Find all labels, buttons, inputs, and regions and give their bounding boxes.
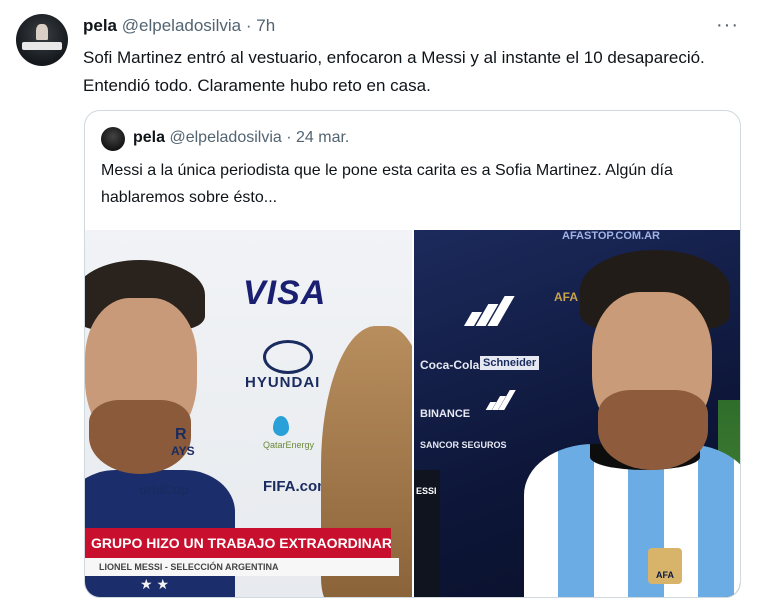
qatar-energy-text: QatarEnergy <box>263 440 315 450</box>
schneider-text: Schneider <box>480 356 540 370</box>
cocacola-text: Coca-Cola <box>420 358 480 372</box>
separator-dot: · <box>245 16 252 35</box>
backdrop-partial-r: R <box>175 426 187 443</box>
quoted-author-avatar <box>101 127 125 151</box>
media-image-right[interactable]: AFASTOP.COM.AR AFA Coca-Cola Schneider B… <box>414 230 740 597</box>
quoted-media: VISA HYUNDAI QatarEnergy FIFA.com R AYS … <box>85 230 740 597</box>
qatar-energy-icon <box>273 416 289 436</box>
author-name[interactable]: pela <box>83 16 117 35</box>
media-image-left[interactable]: VISA HYUNDAI QatarEnergy FIFA.com R AYS … <box>85 230 412 597</box>
sancor-text: SANCOR SEGUROS <box>420 440 507 450</box>
quoted-tweet-header: pela @elpeladosilvia · 24 mar. <box>133 129 349 147</box>
quoted-separator-dot: · <box>286 129 292 146</box>
binance-text: BINANCE <box>420 408 471 420</box>
author-avatar[interactable] <box>16 14 68 66</box>
tweet-header: pela @elpeladosilvia · 7h <box>83 16 275 36</box>
more-options-icon[interactable]: ··· <box>716 14 739 37</box>
avatar-band <box>22 42 62 50</box>
avatar-figure <box>36 24 48 40</box>
afa-shop-text: AFASTOP.COM.AR <box>562 230 660 242</box>
quoted-tweet-card[interactable]: pela @elpeladosilvia · 24 mar. Messi a l… <box>84 110 741 598</box>
worldcup-text: orldCup <box>139 482 189 497</box>
quoted-author-name: pela <box>133 129 166 146</box>
shirt-stars: ★ ★ <box>140 576 169 592</box>
afa-crest-text: AFA <box>554 290 578 304</box>
lower-third-headline: GRUPO HIZO UN TRABAJO EXTRAORDINARIO" <box>85 528 391 558</box>
afa-badge-text: AFA <box>656 570 674 580</box>
hyundai-logo-icon <box>263 340 313 374</box>
tweet-time[interactable]: 7h <box>256 16 275 35</box>
quoted-tweet-date: 24 mar. <box>296 129 350 146</box>
hyundai-text: HYUNDAI <box>245 374 321 391</box>
quoted-tweet-text: Messi a la única periodista que le pone … <box>101 162 673 206</box>
backdrop-partial-ays: AYS <box>171 444 195 458</box>
visa-logo: VISA <box>243 274 327 312</box>
quoted-author-handle: @elpeladosilvia <box>169 129 282 146</box>
lower-third-subtitle: LIONEL MESSI - SELECCIÓN ARGENTINA <box>85 558 399 576</box>
tweet-text: Sofi Martinez entró al vestuario, enfoca… <box>83 48 705 95</box>
author-handle[interactable]: @elpeladosilvia <box>122 16 241 35</box>
microphone-text: ESSI <box>416 486 437 496</box>
messi-beard-right <box>598 390 708 470</box>
